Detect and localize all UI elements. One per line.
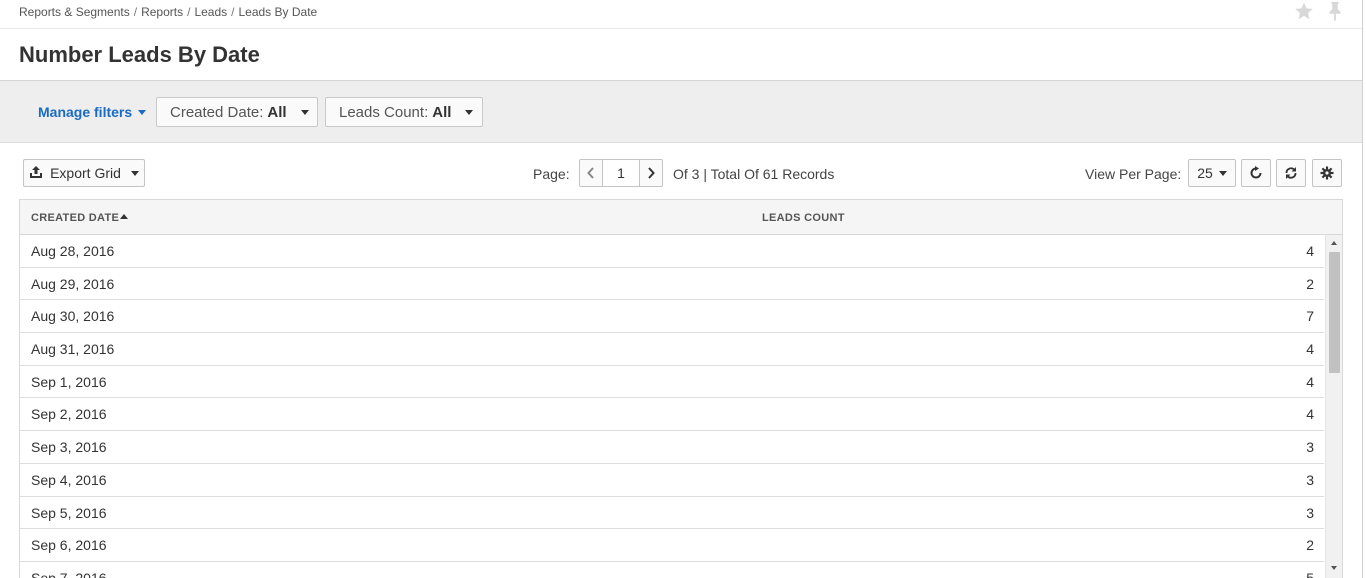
chevron-down-icon xyxy=(138,109,147,115)
page-number-input[interactable] xyxy=(602,160,640,186)
cell-leads-count: 7 xyxy=(1306,308,1314,325)
cell-leads-count: 5 xyxy=(1306,569,1314,578)
cell-created-date: Sep 2, 2016 xyxy=(31,406,107,423)
cell-created-date: Sep 6, 2016 xyxy=(31,537,107,554)
cell-created-date: Sep 3, 2016 xyxy=(31,439,107,456)
pager xyxy=(579,159,663,187)
leads-count-filter-value: All xyxy=(432,103,452,121)
table-row[interactable]: Aug 31, 2016 4 xyxy=(20,333,1324,366)
chevron-down-icon xyxy=(130,170,139,176)
grid-body: Aug 28, 2016 4 Aug 29, 2016 2 Aug 30, 2016… xyxy=(20,235,1324,578)
page-title: Number Leads By Date xyxy=(19,42,260,67)
cell-leads-count: 2 xyxy=(1306,275,1314,292)
settings-button[interactable] xyxy=(1312,159,1342,187)
pin-icon[interactable] xyxy=(1326,1,1344,21)
manage-filters-label: Manage filters xyxy=(38,104,133,120)
table-row[interactable]: Sep 5, 2016 3 xyxy=(20,497,1324,530)
created-date-filter[interactable]: Created Date: All xyxy=(156,97,318,127)
page-info: Of 3 | Total Of 61 Records xyxy=(673,166,835,182)
view-per-page-select[interactable]: 25 xyxy=(1188,159,1236,187)
refresh-button[interactable] xyxy=(1241,159,1271,187)
gear-icon xyxy=(1320,166,1334,180)
table-row[interactable]: Sep 1, 2016 4 xyxy=(20,366,1324,399)
breadcrumb-separator: / xyxy=(187,5,191,19)
scroll-down-arrow-icon[interactable] xyxy=(1331,566,1337,570)
table-row[interactable]: Sep 2, 2016 4 xyxy=(20,398,1324,432)
sync-icon xyxy=(1285,167,1297,179)
leads-count-filter[interactable]: Leads Count: All xyxy=(325,97,483,127)
breadcrumb-item-current: Leads By Date xyxy=(238,5,318,19)
table-row[interactable]: Sep 4, 2016 3 xyxy=(20,464,1324,497)
cell-leads-count: 2 xyxy=(1306,537,1314,554)
cell-created-date: Aug 30, 2016 xyxy=(31,308,115,325)
table-row[interactable]: Aug 29, 2016 2 xyxy=(20,268,1324,301)
column-header-created-date[interactable]: CREATED DATE xyxy=(31,212,129,224)
sort-ascending-icon xyxy=(120,214,129,219)
table-row[interactable]: Sep 3, 2016 3 xyxy=(20,431,1324,464)
chevron-down-icon xyxy=(1218,170,1227,176)
breadcrumb-separator: / xyxy=(231,5,235,19)
cell-created-date: Sep 1, 2016 xyxy=(31,373,107,390)
created-date-filter-value: All xyxy=(267,103,287,121)
breadcrumb-item-reports-segments[interactable]: Reports & Segments xyxy=(19,5,130,19)
cell-created-date: Sep 7, 2016 xyxy=(31,569,107,578)
export-grid-button[interactable]: Export Grid xyxy=(23,159,145,187)
column-header-label: CREATED DATE xyxy=(31,212,120,224)
export-grid-label: Export Grid xyxy=(50,165,121,181)
manage-filters-dropdown[interactable]: Manage filters xyxy=(38,104,147,120)
cell-created-date: Aug 29, 2016 xyxy=(31,275,115,292)
window-edge xyxy=(1362,0,1366,578)
view-per-page-label: View Per Page: xyxy=(1085,166,1182,182)
table-row[interactable]: Aug 28, 2016 4 xyxy=(20,235,1324,268)
previous-page-button[interactable] xyxy=(580,160,602,186)
cell-leads-count: 4 xyxy=(1306,341,1314,358)
chevron-right-icon xyxy=(648,167,655,179)
data-grid: CREATED DATE LEADS COUNT Aug 28, 2016 4 A… xyxy=(19,199,1343,578)
breadcrumb-separator: / xyxy=(133,5,138,19)
cell-leads-count: 4 xyxy=(1306,243,1314,259)
cell-leads-count: 4 xyxy=(1306,373,1314,390)
table-row[interactable]: Sep 7, 2016 5 xyxy=(20,562,1324,578)
chevron-left-icon xyxy=(587,167,594,179)
cell-leads-count: 3 xyxy=(1306,439,1314,456)
top-bar: Reports & Segments / Reports / Leads / Leads B… xyxy=(0,0,1362,29)
table-row[interactable]: Aug 30, 2016 7 xyxy=(20,300,1324,334)
export-icon xyxy=(29,165,43,181)
chevron-down-icon xyxy=(300,109,309,115)
top-icons xyxy=(1294,1,1344,21)
created-date-filter-label: Created Date: xyxy=(170,103,264,121)
cell-created-date: Aug 28, 2016 xyxy=(31,243,115,259)
view-per-page-value: 25 xyxy=(1197,165,1213,181)
page-label: Page: xyxy=(533,166,570,182)
chevron-down-icon xyxy=(465,109,474,115)
star-icon[interactable] xyxy=(1294,1,1314,21)
next-page-button[interactable] xyxy=(640,160,662,186)
cell-leads-count: 4 xyxy=(1306,406,1314,423)
cell-created-date: Sep 4, 2016 xyxy=(31,471,107,488)
scrollbar-thumb[interactable] xyxy=(1329,252,1340,373)
cell-created-date: Aug 31, 2016 xyxy=(31,341,115,358)
leads-count-filter-label: Leads Count: xyxy=(339,103,429,121)
filter-bar: Manage filters Created Date: All Leads C… xyxy=(0,81,1362,143)
cell-leads-count: 3 xyxy=(1306,504,1314,521)
cell-created-date: Sep 5, 2016 xyxy=(31,504,107,521)
table-row[interactable]: Sep 6, 2016 2 xyxy=(20,529,1324,562)
grid-toolbar: Export Grid Page: Of 3 | Total Of 61 Rec… xyxy=(0,143,1362,199)
sync-button[interactable] xyxy=(1276,159,1306,187)
refresh-icon xyxy=(1250,166,1262,179)
grid-header: CREATED DATE LEADS COUNT xyxy=(20,200,1342,235)
breadcrumb-item-leads[interactable]: Leads xyxy=(194,5,227,19)
title-bar: Number Leads By Date xyxy=(0,29,1362,81)
scroll-up-arrow-icon[interactable] xyxy=(1331,241,1337,245)
grid-scrollbar[interactable] xyxy=(1325,235,1342,578)
breadcrumb-item-reports[interactable]: Reports xyxy=(141,5,183,19)
column-header-leads-count[interactable]: LEADS COUNT xyxy=(762,212,845,224)
breadcrumb: Reports & Segments / Reports / Leads / Leads B… xyxy=(19,5,317,19)
cell-leads-count: 3 xyxy=(1306,471,1314,488)
